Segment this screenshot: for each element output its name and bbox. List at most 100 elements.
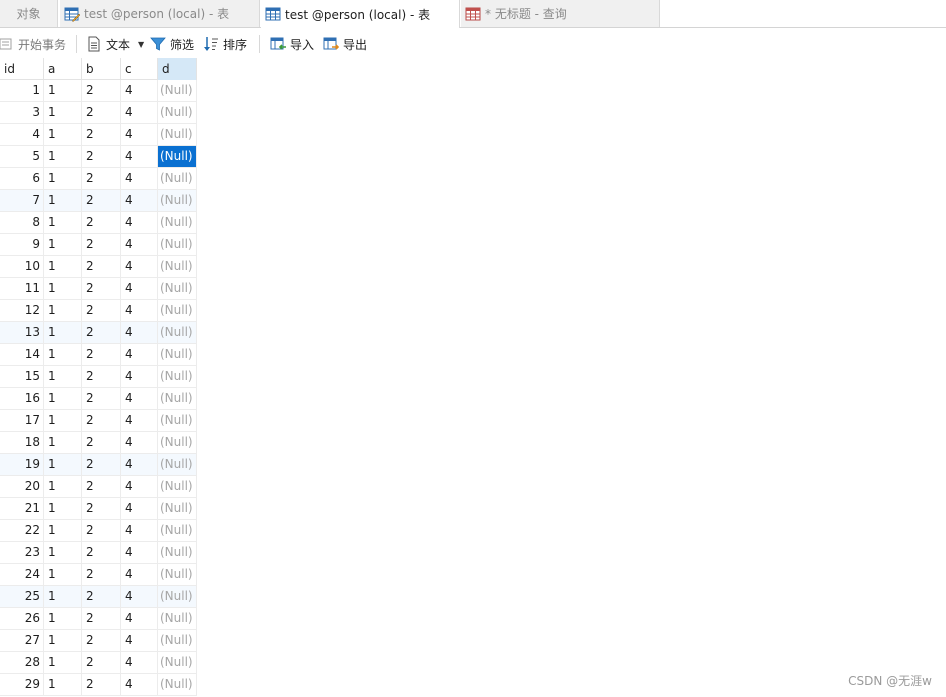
- cell-b[interactable]: 2: [82, 652, 121, 673]
- column-header-c[interactable]: c: [121, 58, 158, 80]
- cell-b[interactable]: 2: [82, 322, 121, 343]
- cell-id[interactable]: 29: [0, 674, 44, 695]
- cell-b[interactable]: 2: [82, 498, 121, 519]
- table-row[interactable]: 23 1 2 4 (Null): [0, 542, 197, 564]
- cell-d[interactable]: (Null): [158, 542, 197, 563]
- table-row[interactable]: 11 1 2 4 (Null): [0, 278, 197, 300]
- cell-c[interactable]: 4: [121, 124, 158, 145]
- cell-a[interactable]: 1: [44, 146, 82, 167]
- cell-b[interactable]: 2: [82, 146, 121, 167]
- table-row[interactable]: 10 1 2 4 (Null): [0, 256, 197, 278]
- table-row[interactable]: 19 1 2 4 (Null): [0, 454, 197, 476]
- cell-b[interactable]: 2: [82, 674, 121, 695]
- cell-a[interactable]: 1: [44, 432, 82, 453]
- cell-b[interactable]: 2: [82, 586, 121, 607]
- cell-b[interactable]: 2: [82, 102, 121, 123]
- cell-b[interactable]: 2: [82, 344, 121, 365]
- cell-b[interactable]: 2: [82, 432, 121, 453]
- tab-table-data[interactable]: test @person (local) - 表: [261, 0, 460, 28]
- cell-d[interactable]: (Null): [158, 586, 197, 607]
- filter-button[interactable]: 筛选: [150, 33, 194, 55]
- cell-c[interactable]: 4: [121, 410, 158, 431]
- cell-d[interactable]: (Null): [158, 388, 197, 409]
- cell-b[interactable]: 2: [82, 454, 121, 475]
- cell-d[interactable]: (Null): [158, 344, 197, 365]
- cell-c[interactable]: 4: [121, 608, 158, 629]
- cell-c[interactable]: 4: [121, 388, 158, 409]
- cell-c[interactable]: 4: [121, 630, 158, 651]
- cell-a[interactable]: 1: [44, 344, 82, 365]
- cell-c[interactable]: 4: [121, 498, 158, 519]
- cell-c[interactable]: 4: [121, 256, 158, 277]
- cell-b[interactable]: 2: [82, 608, 121, 629]
- cell-id[interactable]: 25: [0, 586, 44, 607]
- cell-id[interactable]: 18: [0, 432, 44, 453]
- cell-d[interactable]: (Null): [158, 190, 197, 211]
- cell-b[interactable]: 2: [82, 520, 121, 541]
- cell-c[interactable]: 4: [121, 542, 158, 563]
- cell-a[interactable]: 1: [44, 586, 82, 607]
- table-row[interactable]: 27 1 2 4 (Null): [0, 630, 197, 652]
- cell-b[interactable]: 2: [82, 630, 121, 651]
- sort-button[interactable]: 排序: [203, 33, 247, 55]
- cell-d[interactable]: (Null): [158, 146, 197, 167]
- cell-c[interactable]: 4: [121, 520, 158, 541]
- cell-id[interactable]: 28: [0, 652, 44, 673]
- cell-a[interactable]: 1: [44, 80, 82, 101]
- cell-id[interactable]: 3: [0, 102, 44, 123]
- cell-id[interactable]: 9: [0, 234, 44, 255]
- cell-c[interactable]: 4: [121, 652, 158, 673]
- table-row[interactable]: 8 1 2 4 (Null): [0, 212, 197, 234]
- cell-b[interactable]: 2: [82, 366, 121, 387]
- cell-a[interactable]: 1: [44, 454, 82, 475]
- table-row[interactable]: 18 1 2 4 (Null): [0, 432, 197, 454]
- table-row[interactable]: 16 1 2 4 (Null): [0, 388, 197, 410]
- export-button[interactable]: 导出: [323, 33, 367, 55]
- cell-b[interactable]: 2: [82, 190, 121, 211]
- table-row[interactable]: 17 1 2 4 (Null): [0, 410, 197, 432]
- import-button[interactable]: 导入: [270, 33, 314, 55]
- cell-a[interactable]: 1: [44, 410, 82, 431]
- table-row[interactable]: 4 1 2 4 (Null): [0, 124, 197, 146]
- table-row[interactable]: 22 1 2 4 (Null): [0, 520, 197, 542]
- column-header-b[interactable]: b: [82, 58, 121, 80]
- table-row[interactable]: 21 1 2 4 (Null): [0, 498, 197, 520]
- cell-id[interactable]: 8: [0, 212, 44, 233]
- cell-id[interactable]: 5: [0, 146, 44, 167]
- cell-c[interactable]: 4: [121, 586, 158, 607]
- cell-a[interactable]: 1: [44, 124, 82, 145]
- cell-c[interactable]: 4: [121, 454, 158, 475]
- cell-id[interactable]: 19: [0, 454, 44, 475]
- table-row[interactable]: 25 1 2 4 (Null): [0, 586, 197, 608]
- table-row[interactable]: 26 1 2 4 (Null): [0, 608, 197, 630]
- cell-c[interactable]: 4: [121, 234, 158, 255]
- cell-b[interactable]: 2: [82, 564, 121, 585]
- cell-d[interactable]: (Null): [158, 256, 197, 277]
- column-header-a[interactable]: a: [44, 58, 82, 80]
- cell-c[interactable]: 4: [121, 564, 158, 585]
- cell-id[interactable]: 11: [0, 278, 44, 299]
- cell-d[interactable]: (Null): [158, 608, 197, 629]
- cell-b[interactable]: 2: [82, 212, 121, 233]
- cell-c[interactable]: 4: [121, 322, 158, 343]
- column-header-d[interactable]: d: [158, 58, 197, 80]
- chevron-down-icon[interactable]: ▼: [138, 40, 144, 49]
- column-header-id[interactable]: id: [0, 58, 44, 80]
- table-row[interactable]: 28 1 2 4 (Null): [0, 652, 197, 674]
- cell-id[interactable]: 23: [0, 542, 44, 563]
- cell-a[interactable]: 1: [44, 630, 82, 651]
- table-row[interactable]: 20 1 2 4 (Null): [0, 476, 197, 498]
- cell-d[interactable]: (Null): [158, 212, 197, 233]
- cell-a[interactable]: 1: [44, 498, 82, 519]
- tab-table-design[interactable]: test @person (local) - 表: [60, 0, 260, 27]
- cell-c[interactable]: 4: [121, 300, 158, 321]
- cell-d[interactable]: (Null): [158, 564, 197, 585]
- cell-id[interactable]: 7: [0, 190, 44, 211]
- cell-c[interactable]: 4: [121, 366, 158, 387]
- cell-a[interactable]: 1: [44, 190, 82, 211]
- cell-c[interactable]: 4: [121, 432, 158, 453]
- table-row[interactable]: 9 1 2 4 (Null): [0, 234, 197, 256]
- cell-id[interactable]: 17: [0, 410, 44, 431]
- cell-c[interactable]: 4: [121, 102, 158, 123]
- cell-id[interactable]: 27: [0, 630, 44, 651]
